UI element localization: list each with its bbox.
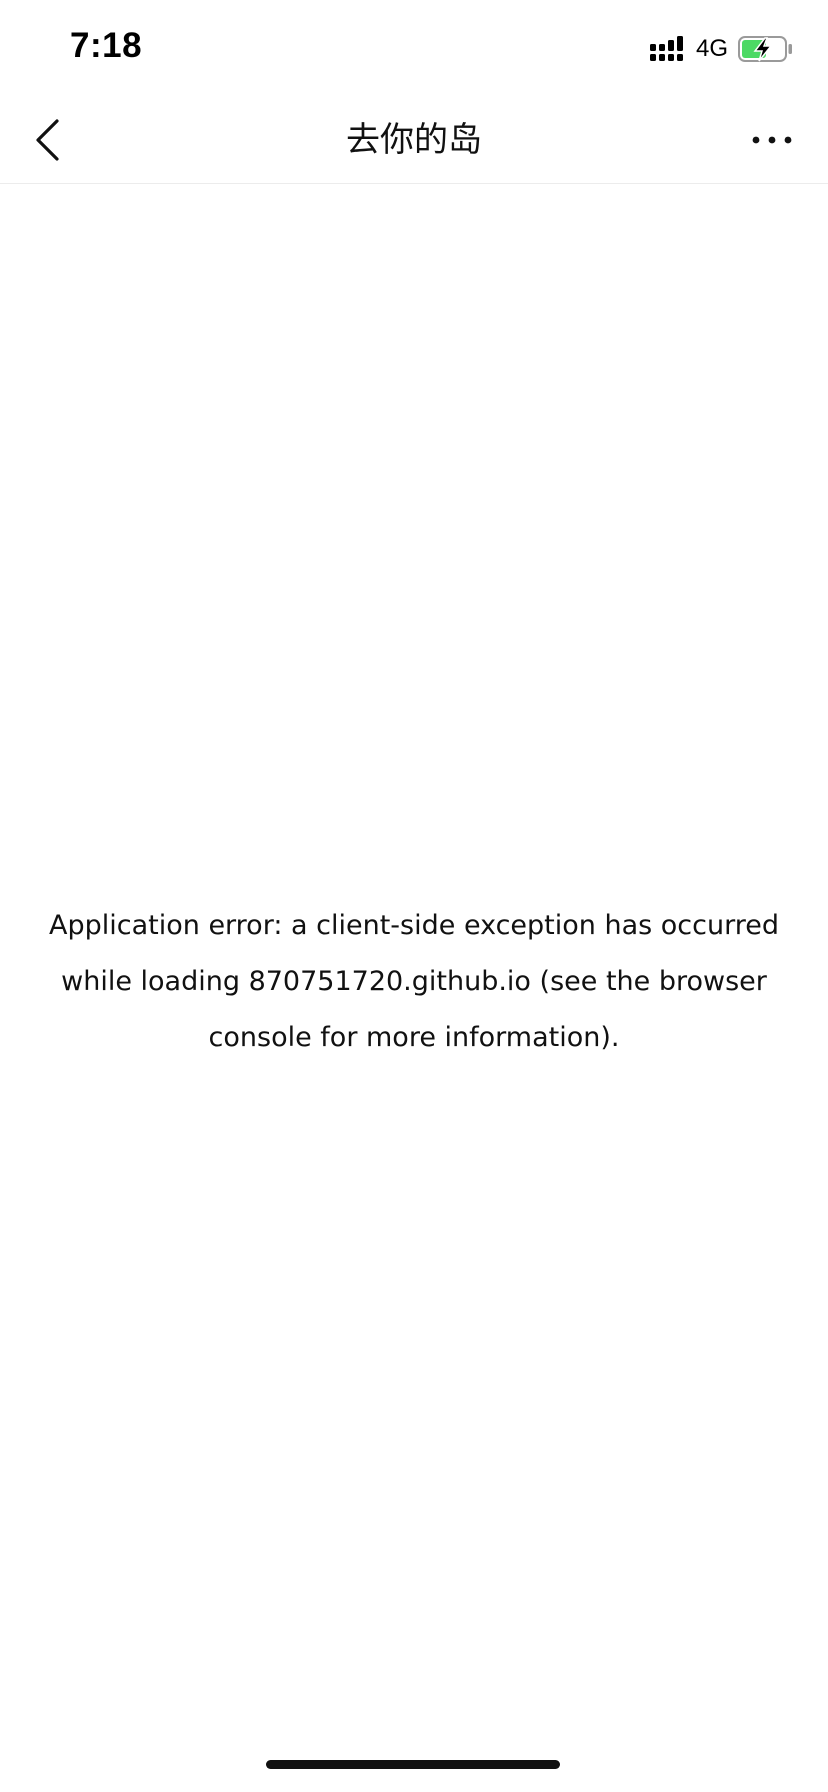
status-time: 7:18 <box>70 26 143 65</box>
error-message: Application error: a client-side excepti… <box>49 910 779 1053</box>
page-title: 去你的岛 <box>346 120 482 160</box>
signal-icon <box>649 36 683 61</box>
home-indicator[interactable] <box>266 1760 560 1769</box>
network-label: 4G <box>695 35 728 62</box>
webview-content: Application error: a client-side excepti… <box>0 184 828 1744</box>
nav-bar: 去你的岛 <box>0 96 828 184</box>
status-indicators: 4G <box>649 34 794 64</box>
more-button[interactable] <box>742 110 802 170</box>
status-bar: 7:18 4G <box>0 0 828 96</box>
battery-charging-icon <box>738 36 792 62</box>
more-dots-icon <box>752 136 792 144</box>
screen: 7:18 4G 去你的岛 Application error: a client… <box>0 0 828 1792</box>
